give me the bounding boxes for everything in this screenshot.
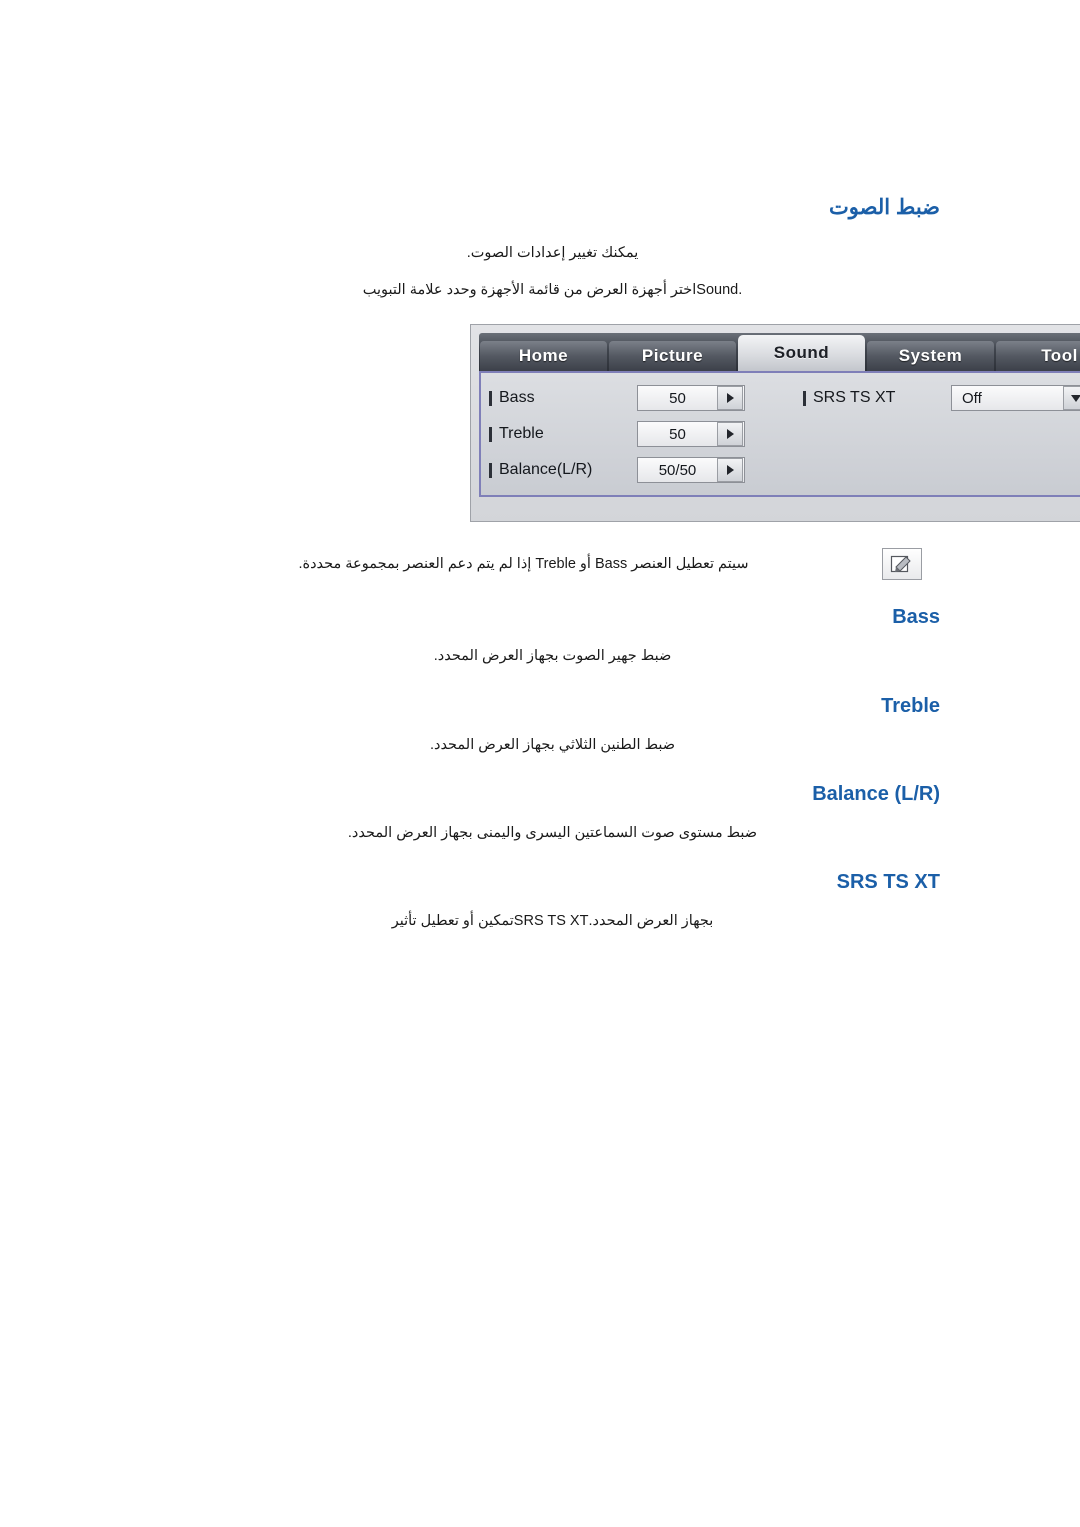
section-srs: SRS TS XT بجهاز العرض المحدد.SRS TS XTتم…	[165, 871, 940, 933]
section-title-srs: SRS TS XT	[836, 870, 940, 893]
osd-screenshot: Home Picture Sound System Tool Bass 50 T…	[470, 324, 1080, 523]
bullet-icon	[489, 390, 492, 406]
osd-footer-strip	[479, 497, 1080, 511]
note-text-end: إذا لم يتم دعم العنصر بمجموعة محددة.	[298, 556, 536, 573]
note-text-start: سيتم تعطيل العنصر	[627, 556, 749, 573]
intro-word-sound: Sound	[696, 282, 739, 299]
srs-desc-term: SRS TS XT	[513, 912, 589, 929]
section-title-bass: Bass	[892, 606, 940, 629]
note-word-treble: Treble	[535, 556, 576, 573]
section-title-balance: Balance (L/R)	[812, 782, 940, 805]
section-title-treble: Treble	[881, 694, 940, 717]
bullet-icon	[803, 390, 806, 406]
stepper-right-icon[interactable]	[717, 458, 743, 483]
tab-home[interactable]: Home	[480, 341, 607, 372]
page-title: ضبط الصوت	[829, 196, 940, 219]
osd-label-bass-wrap: Bass	[489, 389, 637, 407]
intro-line-1: يمكنك تغيير إعدادات الصوت.	[466, 245, 639, 261]
intro-line-2: .Soundاختر أجهزة العرض من قائمة الأجهزة …	[165, 279, 940, 302]
section-desc-srs: بجهاز العرض المحدد.SRS TS XTتمكين أو تعط…	[165, 910, 940, 933]
osd-value-srs: Off	[962, 389, 982, 407]
bullet-icon	[489, 426, 492, 442]
intro-prefix: اختر أجهزة العرض من قائمة الأجهزة وحدد ع…	[362, 282, 697, 299]
osd-label-srs-wrap: SRS TS XT	[803, 389, 951, 407]
tab-system[interactable]: System	[867, 341, 994, 372]
intro-suffix: .	[738, 282, 743, 299]
osd-field-treble[interactable]: 50	[637, 421, 745, 448]
page-content: ضبط الصوت يمكنك تغيير إعدادات الصوت. .So…	[165, 195, 1080, 933]
osd-label-srs: SRS TS XT	[813, 389, 896, 407]
note-mid-or: أو	[575, 556, 595, 573]
osd-value-treble: 50	[669, 425, 686, 443]
stepper-right-icon[interactable]	[717, 422, 743, 447]
osd-left-column: Bass 50 Treble 50 Balance(L/R) 50/50	[489, 383, 789, 485]
note-row: سيتم تعطيل العنصر Bass أو Treble إذا لم …	[165, 548, 940, 581]
osd-label-treble: Treble	[499, 425, 544, 443]
osd-label-treble-wrap: Treble	[489, 425, 637, 443]
osd-row-balance: Balance(L/R) 50/50	[489, 455, 789, 485]
note-pencil-icon	[882, 548, 922, 581]
osd-right-column: SRS TS XT Off	[789, 383, 1080, 485]
osd-label-bass: Bass	[499, 389, 535, 407]
triangle-right-icon	[726, 465, 734, 476]
section-bass: Bass ضبط جهير الصوت بجهاز العرض المحدد.	[165, 606, 940, 668]
osd-field-srs[interactable]: Off	[951, 385, 1080, 412]
osd-field-balance[interactable]: 50/50	[637, 457, 745, 484]
osd-value-balance: 50/50	[658, 461, 697, 479]
triangle-down-icon	[1071, 394, 1080, 402]
triangle-right-icon	[726, 429, 734, 440]
note-text: سيتم تعطيل العنصر Bass أو Treble إذا لم …	[165, 556, 882, 572]
section-treble: Treble ضبط الطنين الثلاثي بجهاز العرض ال…	[165, 695, 940, 757]
osd-row-srs: SRS TS XT Off	[803, 383, 1080, 413]
note-word-bass: Bass	[595, 556, 628, 573]
srs-desc-prefix: تمكين أو تعطيل تأثير	[391, 912, 514, 929]
osd-value-bass: 50	[669, 389, 686, 407]
chevron-down-icon[interactable]	[1063, 386, 1080, 411]
stepper-right-icon[interactable]	[717, 386, 743, 411]
section-desc-treble: ضبط الطنين الثلاثي بجهاز العرض المحدد.	[429, 736, 676, 753]
section-desc-bass: ضبط جهير الصوت بجهاز العرض المحدد.	[433, 648, 672, 665]
bullet-icon	[489, 462, 492, 478]
document-page: ضبط الصوت يمكنك تغيير إعدادات الصوت. .So…	[0, 0, 1080, 1527]
osd-sound-panel: Bass 50 Treble 50 Balance(L/R) 50/50 SRS…	[479, 371, 1080, 498]
tab-tool[interactable]: Tool	[996, 341, 1080, 372]
osd-label-balance-wrap: Balance(L/R)	[489, 461, 637, 479]
osd-inner: Home Picture Sound System Tool Bass 50 T…	[471, 325, 1080, 521]
osd-field-bass[interactable]: 50	[637, 385, 745, 412]
section-balance: Balance (L/R) ضبط مستوى صوت السماعتين ال…	[165, 783, 940, 845]
srs-desc-suffix: بجهاز العرض المحدد.	[588, 912, 714, 929]
tab-picture[interactable]: Picture	[609, 341, 736, 372]
tab-sound[interactable]: Sound	[738, 335, 865, 372]
osd-label-balance: Balance(L/R)	[499, 461, 593, 479]
osd-tab-bar: Home Picture Sound System Tool	[479, 333, 1080, 372]
triangle-right-icon	[726, 393, 734, 404]
section-desc-balance: ضبط مستوى صوت السماعتين اليسرى واليمنى ب…	[347, 824, 758, 841]
osd-row-bass: Bass 50	[489, 383, 789, 413]
osd-row-treble: Treble 50	[489, 419, 789, 449]
